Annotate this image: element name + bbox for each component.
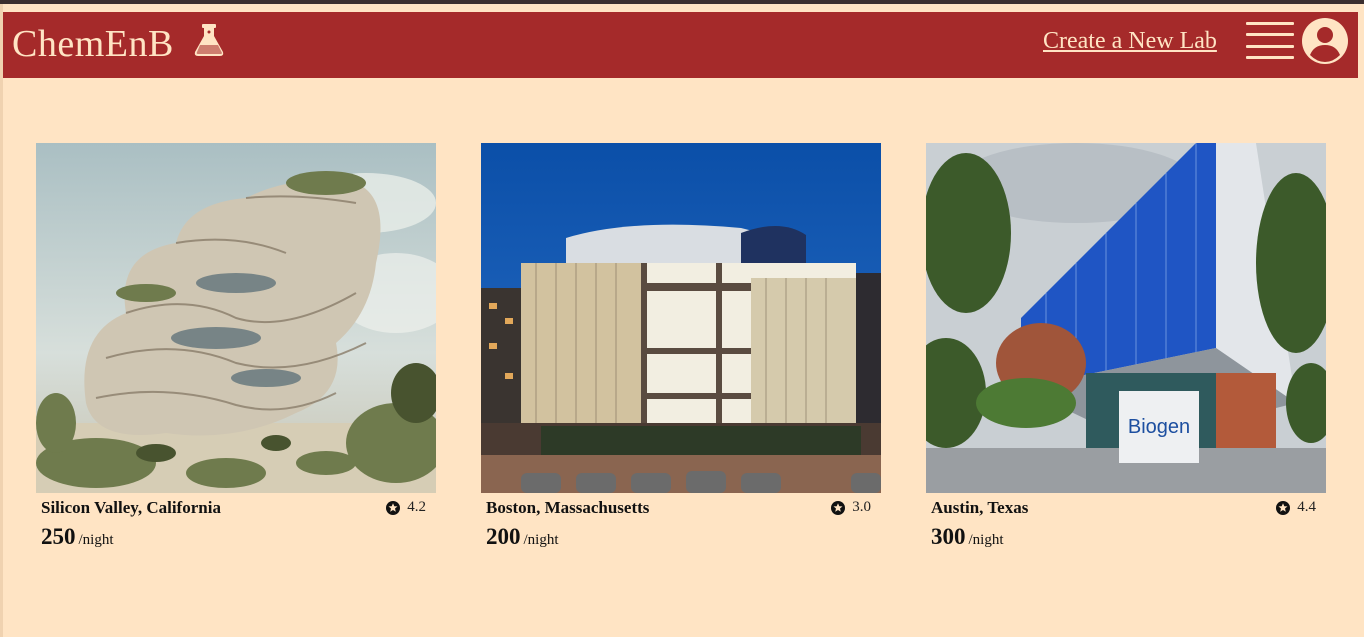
navbar: ChemEnB Create a New Lab — [3, 12, 1358, 78]
listing-location: Silicon Valley, California — [41, 498, 221, 517]
price-value: 300 — [931, 524, 966, 549]
rating-value: 3.0 — [852, 499, 871, 515]
listing-price: 200/night — [486, 524, 559, 550]
listing-location: Boston, Massachusetts — [486, 498, 650, 517]
listing-price: 250/night — [41, 524, 114, 550]
listing-photo[interactable] — [36, 143, 436, 493]
price-unit: /night — [968, 532, 1004, 548]
left-edge — [0, 4, 3, 637]
listing-rating: 4.2 — [386, 499, 426, 516]
star-circle-icon — [831, 500, 846, 515]
hamburger-menu-icon[interactable] — [1246, 21, 1294, 61]
top-border — [0, 0, 1364, 4]
listing-price: 300/night — [931, 524, 1004, 550]
listing-location: Austin, Texas — [931, 498, 1029, 517]
star-circle-icon — [1276, 500, 1291, 515]
price-unit: /night — [523, 532, 559, 548]
create-new-lab-link[interactable]: Create a New Lab — [1043, 27, 1217, 55]
listing-photo[interactable] — [481, 143, 881, 493]
price-unit: /night — [78, 532, 114, 548]
brand-title[interactable]: ChemEnB — [12, 24, 174, 64]
user-avatar-icon[interactable] — [1301, 17, 1349, 65]
biogen-sign: Biogen — [1128, 416, 1190, 438]
rating-value: 4.4 — [1297, 499, 1316, 515]
listing-rating: 4.4 — [1276, 499, 1316, 516]
rating-value: 4.2 — [407, 499, 426, 515]
listing-rating: 3.0 — [831, 499, 871, 516]
price-value: 200 — [486, 524, 521, 549]
price-value: 250 — [41, 524, 76, 549]
star-circle-icon — [386, 500, 401, 515]
listing-photo[interactable]: Biogen — [926, 143, 1326, 493]
flask-icon — [194, 24, 224, 56]
